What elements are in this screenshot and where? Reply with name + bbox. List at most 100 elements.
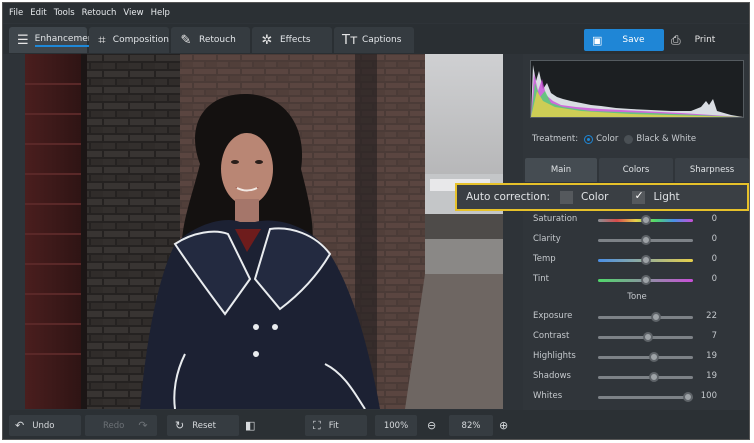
compare-button[interactable]: ◧ <box>245 415 265 436</box>
saturation-label: Saturation <box>533 214 578 224</box>
whites-slider[interactable] <box>598 396 693 399</box>
tint-value: 0 <box>711 274 717 284</box>
print-button[interactable]: ⎙ Print <box>667 29 745 51</box>
exposure-label: Exposure <box>533 311 573 321</box>
slider-row-tint: Tint 0 <box>523 273 749 287</box>
compare-icon: ◧ <box>245 419 256 432</box>
main-toolbar: ☰ Enhancement ⌗ Composition ✎ Retouch ✲ … <box>3 24 749 54</box>
shadows-value: 19 <box>706 371 717 381</box>
tone-section-label: Tone <box>627 292 647 302</box>
treatment-selector: Treatment: Color Black & White <box>532 134 696 144</box>
tab-retouch-label: Retouch <box>199 35 236 45</box>
sliders-icon: ☰ <box>17 32 29 48</box>
menu-edit[interactable]: Edit <box>30 8 46 18</box>
menu-file[interactable]: File <box>9 8 23 18</box>
treatment-color-radio[interactable] <box>584 134 594 144</box>
brush-icon: ✎ <box>180 32 192 48</box>
tab-sharpness[interactable]: Sharpness <box>675 158 749 182</box>
contrast-slider-handle[interactable] <box>643 332 654 342</box>
fit-button[interactable]: ⛶ Fit <box>305 415 367 436</box>
auto-color-checkbox[interactable] <box>560 190 574 204</box>
zoom-out-button[interactable]: ⊖ <box>427 415 443 436</box>
reset-button[interactable]: ↻ Reset <box>167 415 239 436</box>
tab-captions-label: Captions <box>362 35 402 45</box>
clarity-value: 0 <box>711 234 717 244</box>
menu-tools[interactable]: Tools <box>54 8 75 18</box>
treatment-color-label[interactable]: Color <box>596 134 618 144</box>
saturation-slider-handle[interactable] <box>640 215 651 225</box>
highlights-value: 19 <box>706 351 717 361</box>
tab-main[interactable]: Main <box>525 158 597 182</box>
slider-row-temp: Temp 0 <box>523 253 749 267</box>
contrast-value: 7 <box>711 331 717 341</box>
tab-enhancement[interactable]: ☰ Enhancement <box>9 27 97 53</box>
highlights-label: Highlights <box>533 351 576 361</box>
shadows-slider[interactable] <box>598 376 693 379</box>
exposure-slider[interactable] <box>598 316 693 319</box>
redo-button[interactable]: Redo ↷ <box>85 415 157 436</box>
auto-correction-bar: Auto correction: Color Light <box>455 183 749 211</box>
undo-icon: ↶ <box>15 419 25 432</box>
slider-row-contrast: Contrast 7 <box>523 330 749 344</box>
magic-wand-icon: ✲ <box>261 32 273 48</box>
shadows-slider-handle[interactable] <box>649 372 660 382</box>
fit-label: Fit <box>328 420 339 431</box>
menu-retouch[interactable]: Retouch <box>82 8 117 18</box>
undo-button[interactable]: ↶ Undo <box>9 415 81 436</box>
slider-row-exposure: Exposure 22 <box>523 310 749 324</box>
save-button[interactable]: ▣ Save <box>584 29 664 51</box>
menu-view[interactable]: View <box>123 8 143 18</box>
tab-enhancement-label: Enhancement <box>34 34 97 47</box>
print-button-label: Print <box>694 35 716 45</box>
zoom-in-button[interactable]: ⊕ <box>499 415 515 436</box>
portrait-photo <box>25 54 503 409</box>
clarity-slider-handle[interactable] <box>640 235 651 245</box>
whites-label: Whites <box>533 391 563 401</box>
tab-effects[interactable]: ✲ Effects <box>252 27 332 53</box>
menu-bar: File Edit Tools Retouch View Help <box>3 3 749 23</box>
photo-canvas[interactable] <box>25 54 503 409</box>
treatment-label: Treatment: <box>532 134 579 144</box>
slider-row-whites: Whites 100 <box>523 390 749 404</box>
fit-screen-icon: ⛶ <box>313 418 321 432</box>
auto-correction-label: Auto correction: <box>466 191 551 203</box>
auto-light-label[interactable]: Light <box>653 191 679 203</box>
auto-light-checkbox[interactable] <box>632 189 646 204</box>
reset-icon: ↻ <box>175 419 185 432</box>
zoom-value-field[interactable]: 82% <box>449 415 493 436</box>
menu-help[interactable]: Help <box>151 8 170 18</box>
highlights-slider[interactable] <box>598 356 693 359</box>
save-button-label: Save <box>622 35 645 45</box>
whites-value: 100 <box>700 391 717 401</box>
whites-slider-handle[interactable] <box>683 392 694 402</box>
histogram <box>530 60 744 118</box>
bottom-toolbar: ↶ Undo Redo ↷ ↻ Reset ◧ ⛶ Fit 100% ⊖ 82%… <box>3 410 749 439</box>
reset-label: Reset <box>192 420 216 431</box>
temp-label: Temp <box>533 254 556 264</box>
redo-label: Redo <box>103 420 125 431</box>
highlights-slider-handle[interactable] <box>649 352 660 362</box>
exposure-slider-handle[interactable] <box>650 312 661 322</box>
shadows-label: Shadows <box>533 371 571 381</box>
slider-row-saturation: Saturation 0 <box>523 213 749 227</box>
photo-editor-window: File Edit Tools Retouch View Help ☰ Enha… <box>2 2 750 440</box>
tab-retouch[interactable]: ✎ Retouch <box>171 27 250 53</box>
auto-color-label[interactable]: Color <box>581 191 608 203</box>
temp-value: 0 <box>711 254 717 264</box>
minus-circle-icon: ⊖ <box>427 419 437 432</box>
treatment-bw-radio[interactable] <box>624 134 634 144</box>
tab-colors[interactable]: Colors <box>599 158 673 182</box>
slider-row-highlights: Highlights 19 <box>523 350 749 364</box>
printer-icon: ⎙ <box>671 32 681 47</box>
redo-icon: ↷ <box>138 419 148 432</box>
temp-slider-handle[interactable] <box>640 255 651 265</box>
crop-icon: ⌗ <box>98 32 106 48</box>
treatment-bw-label[interactable]: Black & White <box>636 134 696 144</box>
tint-slider-handle[interactable] <box>640 275 651 285</box>
zoom-100-button[interactable]: 100% <box>375 415 417 436</box>
tab-composition[interactable]: ⌗ Composition <box>89 27 169 53</box>
exposure-value: 22 <box>706 311 717 321</box>
saturation-value: 0 <box>711 214 717 224</box>
tab-captions[interactable]: Tт Captions <box>334 27 414 53</box>
tint-label: Tint <box>533 274 550 284</box>
